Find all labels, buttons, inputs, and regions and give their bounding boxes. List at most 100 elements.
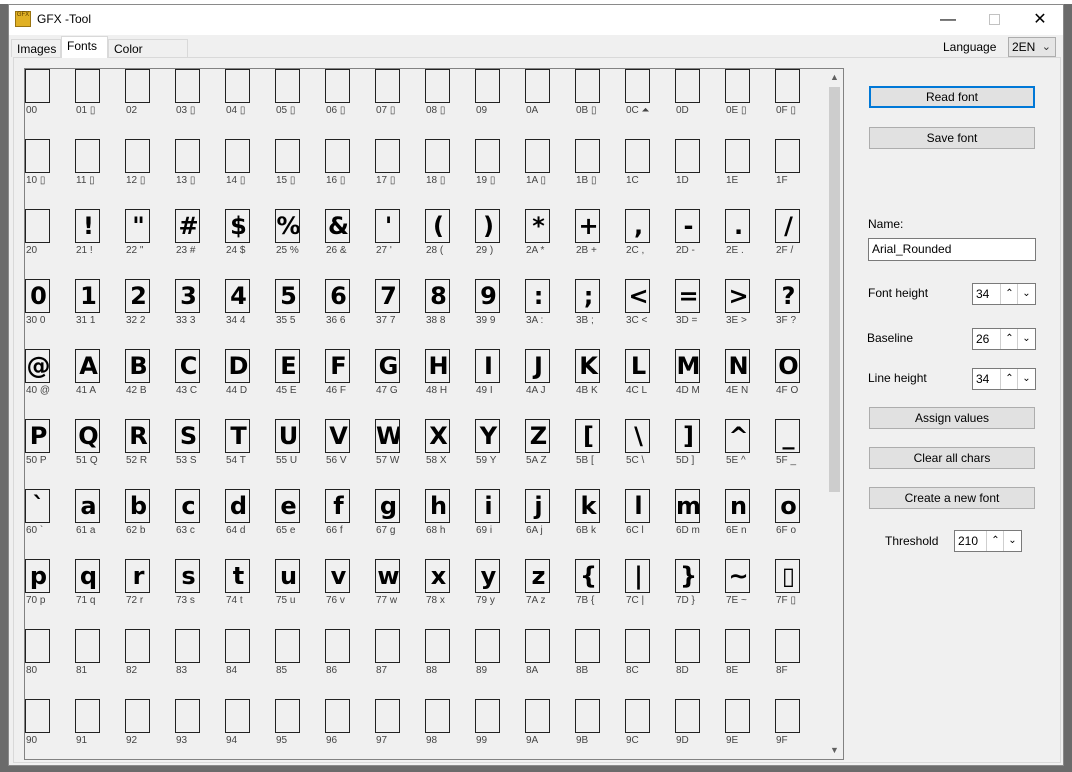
char-cell[interactable]: d 64 d [225,489,273,545]
char-glyph-box[interactable]: P [25,419,50,453]
char-cell[interactable]: 2 32 2 [125,279,173,335]
char-glyph-box[interactable] [25,629,50,663]
char-glyph-box[interactable]: , [625,209,650,243]
char-cell[interactable]: 0E ▯ [725,69,773,125]
char-glyph-box[interactable] [225,629,250,663]
char-glyph-box[interactable]: % [275,209,300,243]
char-glyph-box[interactable]: = [675,279,700,313]
char-glyph-box[interactable]: ! [75,209,100,243]
font-name-input[interactable]: Arial_Rounded [868,238,1036,261]
char-cell[interactable]: W 57 W [375,419,423,475]
char-cell[interactable]: \ 5C \ [625,419,673,475]
char-glyph-box[interactable]: ~ [725,559,750,593]
char-cell[interactable]: B 42 B [125,349,173,405]
char-cell[interactable]: c 63 c [175,489,223,545]
char-glyph-box[interactable]: H [425,349,450,383]
minimize-button[interactable]: — [925,5,971,35]
char-glyph-box[interactable] [325,629,350,663]
char-glyph-box[interactable]: ) [475,209,500,243]
char-cell[interactable]: U 55 U [275,419,323,475]
char-glyph-box[interactable]: X [425,419,450,453]
char-cell[interactable]: >3E > [725,279,773,335]
char-glyph-box[interactable]: K [575,349,600,383]
char-glyph-box[interactable]: . [725,209,750,243]
char-cell[interactable]: 84 [225,629,273,685]
char-cell[interactable]: ` 60 ` [25,489,73,545]
char-glyph-box[interactable] [775,629,800,663]
char-cell[interactable]: 8B [575,629,623,685]
char-glyph-box[interactable]: U [275,419,300,453]
char-glyph-box[interactable]: v [325,559,350,593]
char-cell[interactable]: 5 35 5 [275,279,323,335]
char-cell[interactable]: 13 ▯ [175,139,223,195]
char-glyph-box[interactable]: h [425,489,450,523]
char-glyph-box[interactable] [525,139,550,173]
char-glyph-box[interactable]: O [775,349,800,383]
char-cell[interactable]: : 3A : [525,279,573,335]
char-cell[interactable]: 8A [525,629,573,685]
char-glyph-box[interactable]: } [675,559,700,593]
char-cell[interactable]: j 6A j [525,489,573,545]
char-glyph-box[interactable] [675,69,700,103]
char-cell[interactable]: i 69 i [475,489,523,545]
char-cell[interactable]: #23 # [175,209,223,265]
char-glyph-box[interactable] [175,69,200,103]
char-cell[interactable]: 95 [275,699,323,755]
char-cell[interactable]: z 7A z [525,559,573,615]
char-glyph-box[interactable]: 4 [225,279,250,313]
char-glyph-box[interactable]: * [525,209,550,243]
char-glyph-box[interactable]: ' [375,209,400,243]
char-glyph-box[interactable]: + [575,209,600,243]
char-glyph-box[interactable]: - [675,209,700,243]
char-cell[interactable]: | 7C | [625,559,673,615]
char-cell[interactable]: Q 51 Q [75,419,123,475]
char-glyph-box[interactable]: | [625,559,650,593]
char-glyph-box[interactable] [575,699,600,733]
char-glyph-box[interactable] [275,139,300,173]
char-glyph-box[interactable]: Y [475,419,500,453]
char-cell[interactable]: ] 5D ] [675,419,723,475]
char-glyph-box[interactable] [525,69,550,103]
char-glyph-box[interactable]: 5 [275,279,300,313]
char-glyph-box[interactable]: N [725,349,750,383]
char-glyph-box[interactable]: 0 [25,279,50,313]
char-cell[interactable]: 17 ▯ [375,139,423,195]
char-glyph-box[interactable]: w [375,559,400,593]
char-cell[interactable]: L 4C L [625,349,673,405]
char-glyph-box[interactable]: { [575,559,600,593]
char-cell[interactable]: 11 ▯ [75,139,123,195]
char-glyph-box[interactable] [225,139,250,173]
read-font-button[interactable]: Read font [869,86,1035,108]
char-cell[interactable]: 05 ▯ [275,69,323,125]
char-cell[interactable]: e 65 e [275,489,323,545]
char-glyph-box[interactable]: T [225,419,250,453]
char-cell[interactable]: ^ 5E ^ [725,419,773,475]
char-cell[interactable]: & 26 & [325,209,373,265]
char-glyph-box[interactable]: I [475,349,500,383]
char-cell[interactable]: f 66 f [325,489,373,545]
char-cell[interactable]: a 61 a [75,489,123,545]
char-cell[interactable]: J 4A J [525,349,573,405]
char-glyph-box[interactable] [75,139,100,173]
char-cell[interactable]: E 45 E [275,349,323,405]
char-cell[interactable]: 99 [475,699,523,755]
char-cell[interactable]: H 48 H [425,349,473,405]
char-cell[interactable]: 9A [525,699,573,755]
char-glyph-box[interactable]: D [225,349,250,383]
char-cell[interactable]: - 2D - [675,209,723,265]
char-glyph-box[interactable] [125,629,150,663]
char-cell[interactable]: g 67 g [375,489,423,545]
char-glyph-box[interactable] [375,699,400,733]
char-cell[interactable]: b 62 b [125,489,173,545]
char-cell[interactable]: ) 29 ) [475,209,523,265]
spin-up-icon[interactable]: ⌃ [1000,369,1018,389]
char-glyph-box[interactable]: _ [775,419,800,453]
char-cell[interactable]: " 22 " [125,209,173,265]
char-cell[interactable]: w 77 w [375,559,423,615]
char-glyph-box[interactable]: u [275,559,300,593]
char-glyph-box[interactable]: j [525,489,550,523]
char-glyph-box[interactable]: o [775,489,800,523]
char-cell[interactable]: 1C [625,139,673,195]
char-glyph-box[interactable]: q [75,559,100,593]
char-cell[interactable]: l 6C l [625,489,673,545]
